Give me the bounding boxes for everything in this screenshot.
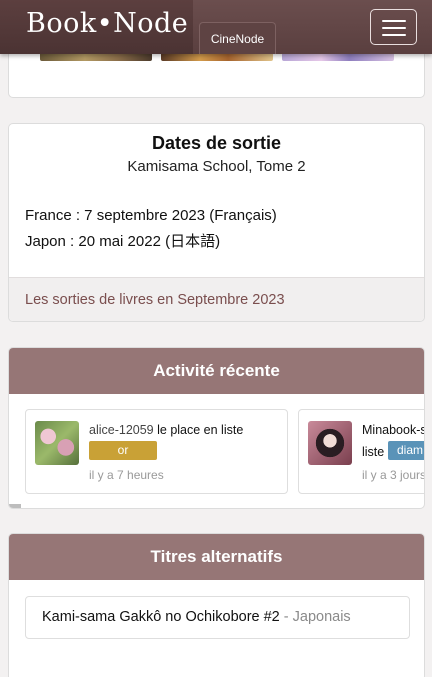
- activity-item: Minabook-s liste diam il y a 3 jours: [298, 409, 425, 494]
- navbar: Book•Node CineNode: [0, 0, 432, 54]
- cinenode-tab[interactable]: CineNode: [199, 22, 276, 54]
- activity-action: liste: [362, 445, 385, 459]
- release-japon: Japon : 20 mai 2022 (日本語): [25, 233, 221, 250]
- alt-titles-title: Titres alternatifs: [9, 534, 424, 580]
- list-badge[interactable]: diam: [388, 441, 424, 460]
- release-france: France : 7 septembre 2023 (Français): [25, 207, 277, 224]
- alt-title-language: Japonais: [292, 609, 351, 625]
- page: Book•Node CineNode Dates de sortie Kamis…: [0, 0, 432, 677]
- horizontal-scrollbar[interactable]: [9, 504, 21, 508]
- activity-user-link[interactable]: Minabook-s: [362, 423, 424, 437]
- menu-toggle-button[interactable]: [370, 9, 417, 45]
- monthly-releases-link[interactable]: Les sorties de livres en Septembre 2023: [25, 292, 285, 308]
- activity-title: Activité récente: [9, 348, 424, 394]
- alt-title-text: Kami-sama Gakkô no Ochikobore #2 - Japon…: [42, 609, 351, 625]
- avatar[interactable]: [35, 421, 79, 465]
- activity-user-link[interactable]: alice-12059: [89, 423, 154, 437]
- alt-title-language-wrap: - Japonais: [280, 609, 351, 625]
- activity-item: alice-12059 le place en liste or il y a …: [25, 409, 288, 494]
- activity-time: il y a 3 jours: [362, 468, 425, 482]
- recent-activity-card: Activité récente alice-12059 le place en…: [8, 347, 425, 509]
- release-subtitle: Kamisama School, Tome 2: [127, 158, 306, 175]
- release-title: Dates de sortie: [151, 133, 282, 153]
- avatar[interactable]: [308, 421, 352, 465]
- brand-logo[interactable]: Book•Node: [26, 8, 188, 39]
- list-badge[interactable]: or: [89, 441, 157, 460]
- alternative-titles-card: Titres alternatifs Kami-sama Gakkô no Oc…: [8, 533, 425, 677]
- alt-title-name: Kami-sama Gakkô no Ochikobore #2: [42, 609, 280, 625]
- activity-text: alice-12059 le place en liste: [89, 423, 243, 437]
- activity-action: le place en liste: [153, 423, 244, 437]
- activity-time: il y a 7 heures: [89, 468, 164, 482]
- release-dates-card: Dates de sortie Kamisama School, Tome 2 …: [8, 123, 425, 322]
- list-item: Kami-sama Gakkô no Ochikobore #2 - Japon…: [25, 596, 410, 639]
- alt-title-separator: -: [279, 609, 293, 625]
- release-footer: Les sorties de livres en Septembre 2023: [9, 277, 424, 321]
